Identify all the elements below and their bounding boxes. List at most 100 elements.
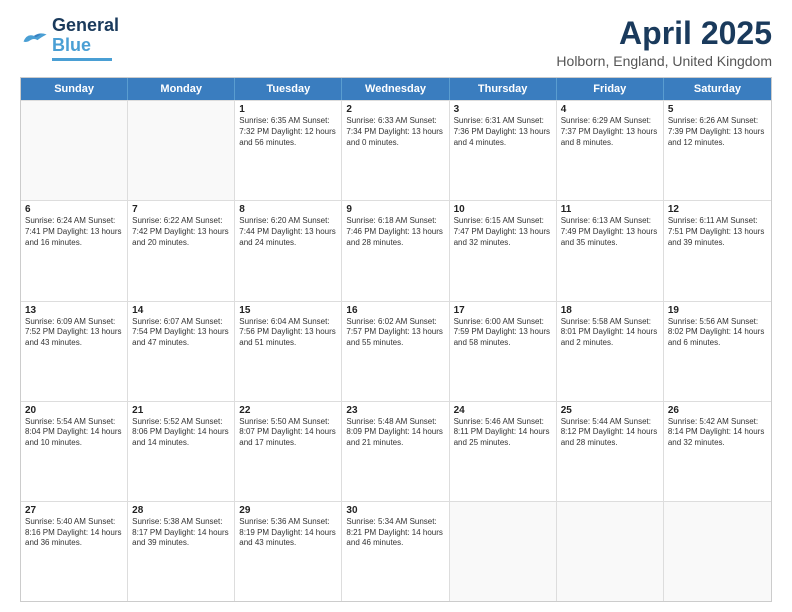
- day-number: 20: [25, 405, 123, 416]
- day-number: 5: [668, 104, 767, 115]
- day-number: 28: [132, 505, 230, 516]
- day-cell-10: 10Sunrise: 6:15 AM Sunset: 7:47 PM Dayli…: [450, 201, 557, 300]
- day-info: Sunrise: 5:48 AM Sunset: 8:09 PM Dayligh…: [346, 417, 444, 449]
- day-info: Sunrise: 6:02 AM Sunset: 7:57 PM Dayligh…: [346, 317, 444, 349]
- location: Holborn, England, United Kingdom: [556, 53, 772, 69]
- day-cell-5: 5Sunrise: 6:26 AM Sunset: 7:39 PM Daylig…: [664, 101, 771, 200]
- day-info: Sunrise: 5:44 AM Sunset: 8:12 PM Dayligh…: [561, 417, 659, 449]
- day-info: Sunrise: 6:18 AM Sunset: 7:46 PM Dayligh…: [346, 216, 444, 248]
- day-info: Sunrise: 6:22 AM Sunset: 7:42 PM Dayligh…: [132, 216, 230, 248]
- day-info: Sunrise: 6:13 AM Sunset: 7:49 PM Dayligh…: [561, 216, 659, 248]
- day-info: Sunrise: 6:31 AM Sunset: 7:36 PM Dayligh…: [454, 116, 552, 148]
- day-cell-9: 9Sunrise: 6:18 AM Sunset: 7:46 PM Daylig…: [342, 201, 449, 300]
- day-number: 17: [454, 305, 552, 316]
- day-info: Sunrise: 5:34 AM Sunset: 8:21 PM Dayligh…: [346, 517, 444, 549]
- day-info: Sunrise: 6:11 AM Sunset: 7:51 PM Dayligh…: [668, 216, 767, 248]
- week-row-2: 6Sunrise: 6:24 AM Sunset: 7:41 PM Daylig…: [21, 200, 771, 300]
- title-block: April 2025 Holborn, England, United King…: [556, 16, 772, 69]
- day-number: 27: [25, 505, 123, 516]
- day-number: 13: [25, 305, 123, 316]
- day-info: Sunrise: 6:24 AM Sunset: 7:41 PM Dayligh…: [25, 216, 123, 248]
- day-cell-4: 4Sunrise: 6:29 AM Sunset: 7:37 PM Daylig…: [557, 101, 664, 200]
- day-info: Sunrise: 6:09 AM Sunset: 7:52 PM Dayligh…: [25, 317, 123, 349]
- day-cell-11: 11Sunrise: 6:13 AM Sunset: 7:49 PM Dayli…: [557, 201, 664, 300]
- day-cell-24: 24Sunrise: 5:46 AM Sunset: 8:11 PM Dayli…: [450, 402, 557, 501]
- day-number: 24: [454, 405, 552, 416]
- day-number: 6: [25, 204, 123, 215]
- day-of-week-thursday: Thursday: [450, 78, 557, 100]
- day-info: Sunrise: 5:36 AM Sunset: 8:19 PM Dayligh…: [239, 517, 337, 549]
- day-cell-29: 29Sunrise: 5:36 AM Sunset: 8:19 PM Dayli…: [235, 502, 342, 601]
- month-title: April 2025: [556, 16, 772, 51]
- day-number: 8: [239, 204, 337, 215]
- day-of-week-friday: Friday: [557, 78, 664, 100]
- day-cell-30: 30Sunrise: 5:34 AM Sunset: 8:21 PM Dayli…: [342, 502, 449, 601]
- day-info: Sunrise: 6:20 AM Sunset: 7:44 PM Dayligh…: [239, 216, 337, 248]
- day-info: Sunrise: 6:33 AM Sunset: 7:34 PM Dayligh…: [346, 116, 444, 148]
- day-cell-6: 6Sunrise: 6:24 AM Sunset: 7:41 PM Daylig…: [21, 201, 128, 300]
- day-number: 15: [239, 305, 337, 316]
- day-number: 1: [239, 104, 337, 115]
- day-of-week-monday: Monday: [128, 78, 235, 100]
- week-row-5: 27Sunrise: 5:40 AM Sunset: 8:16 PM Dayli…: [21, 501, 771, 601]
- calendar-body: 1Sunrise: 6:35 AM Sunset: 7:32 PM Daylig…: [21, 100, 771, 601]
- day-of-week-tuesday: Tuesday: [235, 78, 342, 100]
- week-row-3: 13Sunrise: 6:09 AM Sunset: 7:52 PM Dayli…: [21, 301, 771, 401]
- day-cell-27: 27Sunrise: 5:40 AM Sunset: 8:16 PM Dayli…: [21, 502, 128, 601]
- day-number: 30: [346, 505, 444, 516]
- day-cell-2: 2Sunrise: 6:33 AM Sunset: 7:34 PM Daylig…: [342, 101, 449, 200]
- day-cell-23: 23Sunrise: 5:48 AM Sunset: 8:09 PM Dayli…: [342, 402, 449, 501]
- day-cell-13: 13Sunrise: 6:09 AM Sunset: 7:52 PM Dayli…: [21, 302, 128, 401]
- day-cell-17: 17Sunrise: 6:00 AM Sunset: 7:59 PM Dayli…: [450, 302, 557, 401]
- day-info: Sunrise: 6:29 AM Sunset: 7:37 PM Dayligh…: [561, 116, 659, 148]
- day-cell-25: 25Sunrise: 5:44 AM Sunset: 8:12 PM Dayli…: [557, 402, 664, 501]
- day-info: Sunrise: 6:07 AM Sunset: 7:54 PM Dayligh…: [132, 317, 230, 349]
- day-info: Sunrise: 6:04 AM Sunset: 7:56 PM Dayligh…: [239, 317, 337, 349]
- day-of-week-sunday: Sunday: [21, 78, 128, 100]
- day-number: 22: [239, 405, 337, 416]
- day-cell-7: 7Sunrise: 6:22 AM Sunset: 7:42 PM Daylig…: [128, 201, 235, 300]
- day-info: Sunrise: 5:56 AM Sunset: 8:02 PM Dayligh…: [668, 317, 767, 349]
- day-info: Sunrise: 6:26 AM Sunset: 7:39 PM Dayligh…: [668, 116, 767, 148]
- day-cell-8: 8Sunrise: 6:20 AM Sunset: 7:44 PM Daylig…: [235, 201, 342, 300]
- day-number: 4: [561, 104, 659, 115]
- day-info: Sunrise: 5:46 AM Sunset: 8:11 PM Dayligh…: [454, 417, 552, 449]
- day-cell-28: 28Sunrise: 5:38 AM Sunset: 8:17 PM Dayli…: [128, 502, 235, 601]
- week-row-4: 20Sunrise: 5:54 AM Sunset: 8:04 PM Dayli…: [21, 401, 771, 501]
- day-number: 12: [668, 204, 767, 215]
- day-number: 29: [239, 505, 337, 516]
- header: General Blue April 2025 Holborn, England…: [20, 16, 772, 69]
- day-info: Sunrise: 5:50 AM Sunset: 8:07 PM Dayligh…: [239, 417, 337, 449]
- day-of-week-saturday: Saturday: [664, 78, 771, 100]
- day-info: Sunrise: 6:35 AM Sunset: 7:32 PM Dayligh…: [239, 116, 337, 148]
- day-cell-21: 21Sunrise: 5:52 AM Sunset: 8:06 PM Dayli…: [128, 402, 235, 501]
- logo-text: General Blue: [52, 16, 119, 61]
- day-cell-19: 19Sunrise: 5:56 AM Sunset: 8:02 PM Dayli…: [664, 302, 771, 401]
- day-info: Sunrise: 5:54 AM Sunset: 8:04 PM Dayligh…: [25, 417, 123, 449]
- day-cell-16: 16Sunrise: 6:02 AM Sunset: 7:57 PM Dayli…: [342, 302, 449, 401]
- day-info: Sunrise: 5:40 AM Sunset: 8:16 PM Dayligh…: [25, 517, 123, 549]
- day-cell-1: 1Sunrise: 6:35 AM Sunset: 7:32 PM Daylig…: [235, 101, 342, 200]
- day-number: 9: [346, 204, 444, 215]
- empty-cell: [21, 101, 128, 200]
- day-number: 25: [561, 405, 659, 416]
- day-cell-20: 20Sunrise: 5:54 AM Sunset: 8:04 PM Dayli…: [21, 402, 128, 501]
- day-info: Sunrise: 6:15 AM Sunset: 7:47 PM Dayligh…: [454, 216, 552, 248]
- day-number: 26: [668, 405, 767, 416]
- day-number: 19: [668, 305, 767, 316]
- day-cell-12: 12Sunrise: 6:11 AM Sunset: 7:51 PM Dayli…: [664, 201, 771, 300]
- logo: General Blue: [20, 16, 119, 61]
- day-cell-15: 15Sunrise: 6:04 AM Sunset: 7:56 PM Dayli…: [235, 302, 342, 401]
- day-cell-14: 14Sunrise: 6:07 AM Sunset: 7:54 PM Dayli…: [128, 302, 235, 401]
- day-number: 2: [346, 104, 444, 115]
- day-info: Sunrise: 5:42 AM Sunset: 8:14 PM Dayligh…: [668, 417, 767, 449]
- day-number: 3: [454, 104, 552, 115]
- day-of-week-wednesday: Wednesday: [342, 78, 449, 100]
- day-number: 23: [346, 405, 444, 416]
- day-info: Sunrise: 5:52 AM Sunset: 8:06 PM Dayligh…: [132, 417, 230, 449]
- week-row-1: 1Sunrise: 6:35 AM Sunset: 7:32 PM Daylig…: [21, 100, 771, 200]
- day-info: Sunrise: 5:38 AM Sunset: 8:17 PM Dayligh…: [132, 517, 230, 549]
- empty-cell: [664, 502, 771, 601]
- calendar-header: SundayMondayTuesdayWednesdayThursdayFrid…: [21, 78, 771, 100]
- day-number: 18: [561, 305, 659, 316]
